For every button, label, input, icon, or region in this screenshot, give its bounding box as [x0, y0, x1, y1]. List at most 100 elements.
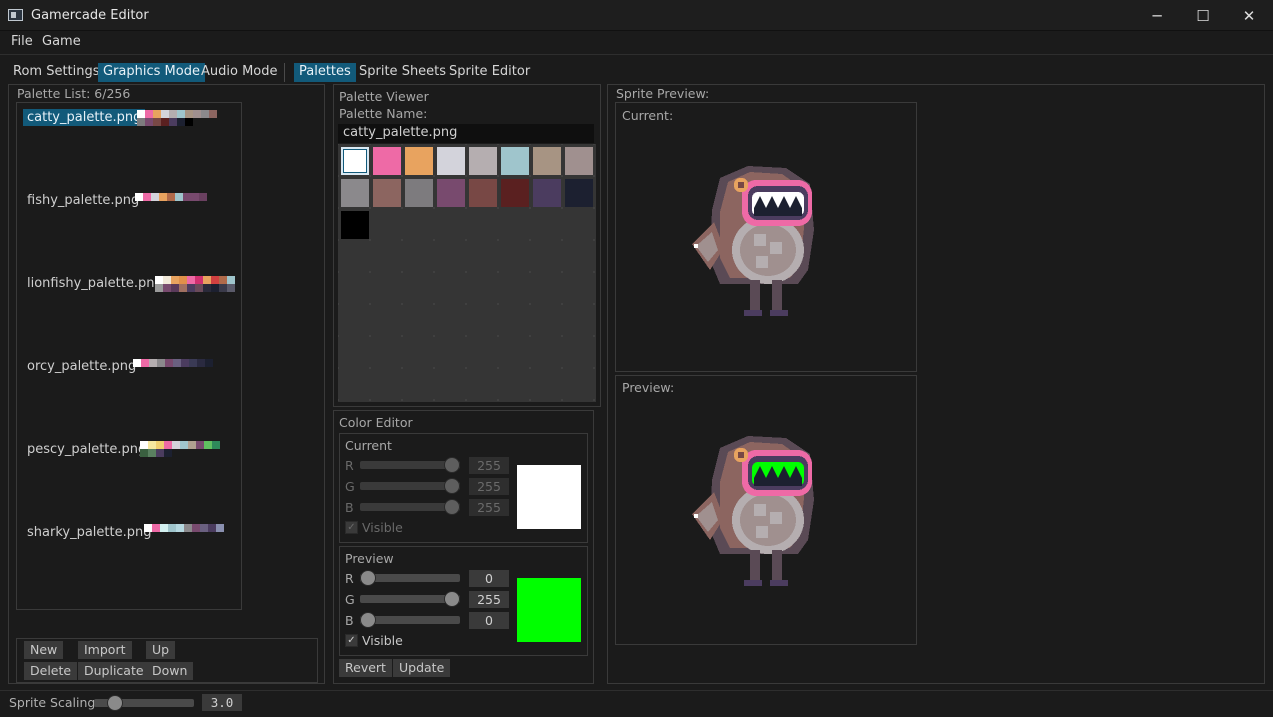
move-down-button[interactable]: Down: [146, 662, 194, 680]
tab-audio-mode[interactable]: Audio Mode: [196, 63, 283, 82]
palette-strip-color: [185, 110, 193, 118]
window-title: Gamercade Editor: [31, 8, 149, 23]
current-color-swatch: [517, 465, 581, 529]
palette-swatch[interactable]: [565, 179, 593, 207]
palette-strip-color: [212, 441, 220, 449]
palette-strip-color: [168, 524, 176, 532]
palette-strip-color: [203, 284, 211, 292]
palette-strip-color: [200, 524, 208, 532]
palette-swatch[interactable]: [533, 147, 561, 175]
close-icon: ✕: [1242, 6, 1256, 25]
palette-swatch[interactable]: [373, 147, 401, 175]
palette-item-lionfishy[interactable]: lionfishy_palette.png: [23, 275, 167, 292]
tab-sprite-sheets[interactable]: Sprite Sheets: [354, 63, 451, 82]
palette-strip-color: [149, 359, 157, 367]
palette-swatch-grid[interactable]: [338, 144, 596, 402]
palette-item-pescy[interactable]: pescy_palette.png: [23, 441, 150, 458]
palette-strip-color: [211, 276, 219, 284]
current-b-knob: [444, 499, 460, 515]
preview-b-value[interactable]: 0: [469, 612, 509, 629]
palette-item-orcy[interactable]: orcy_palette.png: [23, 358, 140, 375]
palette-swatch[interactable]: [469, 179, 497, 207]
preview-r-knob[interactable]: [360, 570, 376, 586]
palette-swatch[interactable]: [405, 179, 433, 207]
menu-file[interactable]: File: [11, 34, 33, 49]
palette-item-fishy[interactable]: fishy_palette.png: [23, 192, 143, 209]
palette-strip-color: [151, 193, 159, 201]
palette-strip-color: [204, 441, 212, 449]
palette-strip-color: [180, 441, 188, 449]
minimize-button[interactable]: ─: [1134, 0, 1180, 31]
tab-rom-settings[interactable]: Rom Settings: [8, 63, 105, 82]
status-divider: [0, 690, 1273, 691]
maximize-icon: ☐: [1196, 6, 1210, 25]
palette-strip-color: [193, 110, 201, 118]
current-visible-label: Visible: [362, 520, 403, 535]
preview-g-value[interactable]: 255: [469, 591, 509, 608]
delete-palette-button[interactable]: Delete: [24, 662, 78, 680]
tab-graphics-mode[interactable]: Graphics Mode: [98, 63, 205, 82]
sprite-scaling-label: Sprite Scaling:: [9, 695, 100, 710]
preview-visible-checkbox[interactable]: ✓: [345, 634, 358, 647]
tab-sprite-editor[interactable]: Sprite Editor: [444, 63, 535, 82]
palette-strip-color: [209, 110, 217, 118]
revert-button[interactable]: Revert: [339, 659, 392, 677]
current-sprite-label: Current:: [622, 108, 674, 123]
tab-palettes[interactable]: Palettes: [294, 63, 356, 82]
minimize-icon: ─: [1152, 6, 1162, 25]
palette-strip-color: [185, 118, 193, 126]
palette-swatch[interactable]: [533, 179, 561, 207]
palette-strip-color: [144, 524, 152, 532]
palette-strip-color: [175, 193, 183, 201]
palette-strip-color: [145, 110, 153, 118]
new-palette-button[interactable]: New: [24, 641, 64, 659]
sprite-scaling-knob[interactable]: [106, 695, 123, 711]
palette-strip-color: [216, 524, 224, 532]
duplicate-palette-button[interactable]: Duplicate: [78, 662, 150, 680]
import-palette-button[interactable]: Import: [78, 641, 132, 659]
preview-b-knob[interactable]: [360, 612, 376, 628]
current-b-value: 255: [469, 499, 509, 516]
palette-strip-color: [192, 524, 200, 532]
palette-swatch[interactable]: [373, 179, 401, 207]
palette-swatch[interactable]: [437, 179, 465, 207]
palette-swatch[interactable]: [341, 179, 369, 207]
maximize-button[interactable]: ☐: [1180, 0, 1226, 31]
palette-item-catty[interactable]: catty_palette.png: [23, 109, 146, 126]
palette-swatch[interactable]: [341, 147, 369, 175]
close-button[interactable]: ✕: [1226, 0, 1272, 31]
palette-strip-color: [155, 284, 163, 292]
palette-item-sharky[interactable]: sharky_palette.png: [23, 524, 155, 541]
palette-swatch[interactable]: [405, 147, 433, 175]
preview-visible-label: Visible: [362, 633, 403, 648]
palette-name-field[interactable]: catty_palette.png: [338, 124, 594, 143]
palette-swatch[interactable]: [437, 147, 465, 175]
palette-swatch[interactable]: [501, 147, 529, 175]
palette-strip-color: [159, 193, 167, 201]
update-button[interactable]: Update: [393, 659, 451, 677]
current-g-value: 255: [469, 478, 509, 495]
title-bar: [0, 0, 1273, 31]
palette-strip-color: [148, 449, 156, 457]
preview-g-knob[interactable]: [444, 591, 460, 607]
preview-r-value[interactable]: 0: [469, 570, 509, 587]
palette-strip-color: [137, 110, 145, 118]
palette-strip-color: [164, 449, 172, 457]
current-sprite-image: [692, 166, 814, 316]
app-icon: [8, 9, 23, 21]
palette-strip-color: [196, 441, 204, 449]
palette-strip-color: [219, 276, 227, 284]
palette-strip-color: [148, 441, 156, 449]
palette-swatch[interactable]: [469, 147, 497, 175]
palette-swatch[interactable]: [341, 211, 369, 239]
sprite-scaling-value[interactable]: 3.0: [202, 694, 242, 711]
palette-swatch[interactable]: [565, 147, 593, 175]
move-up-button[interactable]: Up: [146, 641, 176, 659]
palette-strip-color: [156, 441, 164, 449]
palette-strip-color: [205, 359, 213, 367]
palette-swatch[interactable]: [501, 179, 529, 207]
menu-game[interactable]: Game: [42, 34, 81, 49]
preview-g-label: G: [345, 592, 355, 607]
palette-strip-color: [164, 441, 172, 449]
palette-strip-lionfishy: [155, 276, 235, 292]
